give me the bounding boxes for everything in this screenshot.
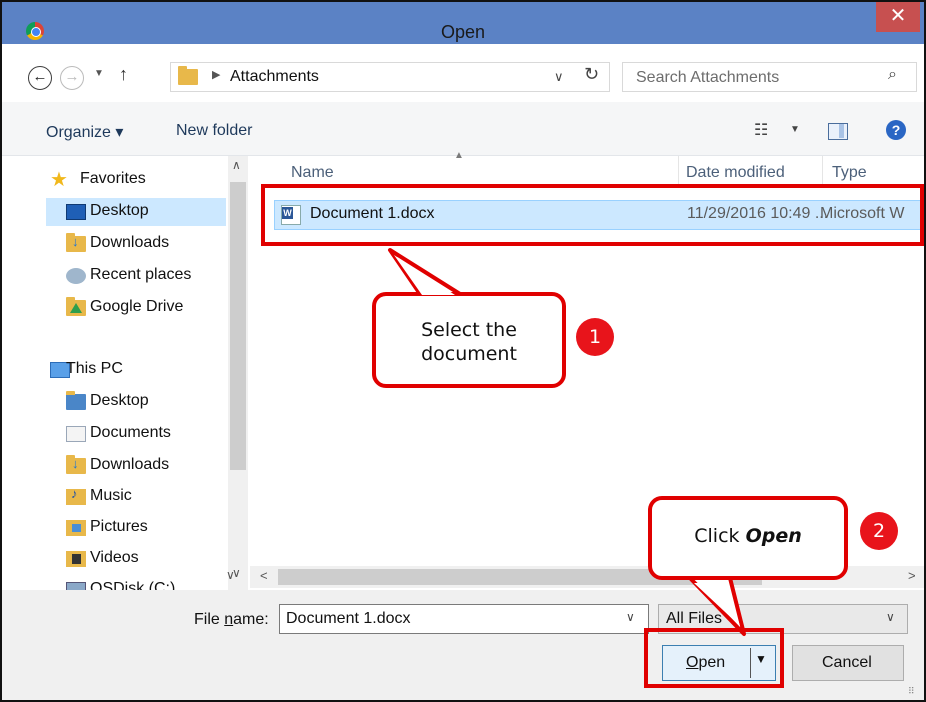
downloads-folder-icon [66, 233, 86, 252]
sidebar-item-downloads[interactable]: Downloads [46, 230, 226, 258]
sidebar-item-label: This PC [66, 360, 123, 377]
chevron-down-icon[interactable]: ∨ [554, 69, 564, 85]
scroll-left-icon[interactable]: < [260, 568, 268, 583]
recent-places-icon [66, 268, 86, 284]
sidebar-item-recent-places[interactable]: Recent places [46, 262, 226, 290]
title-bar[interactable]: Open ✕ [2, 2, 924, 44]
documents-folder-icon [66, 426, 86, 442]
desktop-icon [66, 204, 86, 220]
step-2-badge: 2 [860, 512, 898, 550]
file-name-value[interactable]: Document 1.docx [286, 610, 411, 628]
disk-drive-icon [66, 582, 86, 590]
file-name-label: File name: [194, 611, 269, 628]
chevron-down-icon[interactable]: ∨ [626, 610, 635, 624]
organize-button[interactable]: Organize ▾ [46, 122, 123, 142]
sidebar-item-pc-desktop[interactable]: Desktop [46, 388, 226, 416]
highlight-open-button [644, 628, 784, 688]
highlight-selected-file [261, 184, 924, 246]
sidebar-item-label: OSDisk (C:) [90, 580, 176, 590]
pictures-folder-icon [66, 520, 86, 536]
sidebar-item-label: Favorites [80, 170, 146, 187]
sidebar-item-google-drive[interactable]: Google Drive [46, 294, 226, 322]
close-button[interactable]: ✕ [876, 2, 920, 32]
sidebar-item-this-pc[interactable]: This PC [46, 356, 226, 384]
sidebar-item-label: Downloads [90, 456, 170, 473]
column-separator[interactable] [822, 156, 823, 186]
preview-pane-icon[interactable] [828, 123, 848, 140]
recent-locations-dropdown-icon[interactable]: ▼ [94, 68, 104, 79]
view-options-icon[interactable]: ☷ [754, 120, 768, 140]
scrollbar-thumb[interactable] [230, 182, 246, 470]
up-arrow-icon[interactable]: ↑ [119, 64, 128, 85]
file-type-value[interactable]: All Files [666, 610, 722, 628]
forward-arrow-icon[interactable]: → [60, 66, 84, 90]
view-dropdown-icon[interactable]: ▼ [790, 124, 800, 135]
callout-1-text: Select the document [421, 319, 517, 365]
sidebar-item-label: Desktop [90, 392, 149, 409]
sidebar-item-desktop[interactable]: Desktop [46, 198, 226, 226]
step-1-badge: 1 [576, 318, 614, 356]
sidebar-item-label: Desktop [90, 202, 149, 219]
music-folder-icon [66, 486, 86, 505]
desktop-folder-icon [66, 391, 86, 410]
column-header-name[interactable]: Name [291, 164, 334, 182]
dialog-title: Open [440, 22, 486, 42]
star-icon: ★ [50, 169, 68, 191]
scroll-right-icon[interactable]: > [908, 568, 916, 583]
sidebar-item-label: Recent places [90, 266, 192, 283]
folder-icon [178, 66, 198, 85]
scroll-up-icon[interactable]: ∧ [232, 158, 241, 172]
sidebar-item-label: Videos [90, 549, 139, 566]
help-icon[interactable]: ? [886, 120, 906, 140]
downloads-folder-icon [66, 455, 86, 474]
breadcrumb-attachments[interactable]: Attachments [230, 68, 319, 86]
column-header-type[interactable]: Type [832, 164, 867, 182]
breadcrumb-separator-icon[interactable]: ▶ [212, 68, 220, 81]
sidebar-item-favorites[interactable]: ★ Favorites [46, 166, 226, 194]
refresh-icon[interactable]: ↻ [584, 64, 599, 85]
command-toolbar [2, 102, 924, 156]
sidebar-item-label: Google Drive [90, 298, 184, 315]
sidebar-item-osdisk[interactable]: OSDisk (C:) [46, 576, 226, 590]
resize-grip-icon[interactable]: ⠿ [908, 686, 915, 697]
new-folder-button[interactable]: New folder [176, 122, 252, 140]
search-placeholder: Search Attachments [636, 69, 780, 86]
chevron-down-icon[interactable]: ∨ [886, 610, 895, 624]
sort-ascending-icon: ▲ [454, 150, 464, 161]
sidebar-item-label: Downloads [90, 234, 170, 251]
callout-2-text: Click Open [694, 525, 802, 547]
cancel-button-label[interactable]: Cancel [822, 654, 872, 672]
navigation-scrollbar[interactable]: ∧ ∨ [228, 156, 248, 590]
sidebar-item-music[interactable]: Music [46, 483, 226, 511]
sidebar-item-videos[interactable]: Videos [46, 545, 226, 573]
sidebar-item-label: Pictures [90, 518, 148, 535]
sidebar-item-pc-downloads[interactable]: Downloads [46, 452, 226, 480]
videos-folder-icon [66, 551, 86, 567]
sidebar-item-label: Music [90, 487, 132, 504]
nav-scroll-down-icon[interactable]: ∨ [226, 568, 235, 582]
column-header-date-modified[interactable]: Date modified [686, 164, 785, 182]
sidebar-item-label: Documents [90, 424, 171, 441]
column-separator[interactable] [678, 156, 679, 186]
google-drive-folder-icon [66, 297, 86, 316]
sidebar-item-pictures[interactable]: Pictures [46, 514, 226, 542]
sidebar-item-documents[interactable]: Documents [46, 420, 226, 448]
back-arrow-icon[interactable]: ← [28, 66, 52, 90]
search-icon[interactable]: ⌕ [888, 66, 897, 84]
